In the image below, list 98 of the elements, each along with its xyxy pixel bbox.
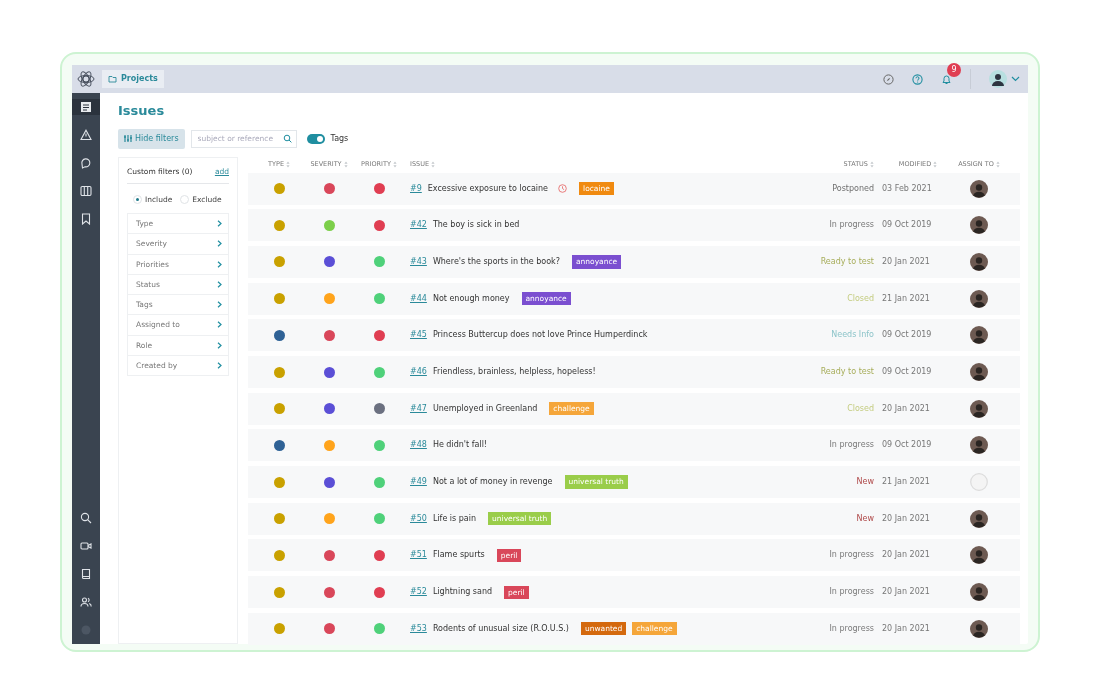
issue-subject: Excessive exposure to locaine: [427, 182, 549, 195]
status-label: New: [855, 476, 875, 489]
issues-icon[interactable]: [80, 101, 92, 113]
status-label: In progress: [828, 439, 875, 452]
issue-ref-link[interactable]: #50: [410, 512, 427, 525]
issue-ref-link[interactable]: #48: [410, 439, 427, 452]
assignee-avatar[interactable]: [970, 509, 988, 528]
assignee-avatar[interactable]: [970, 216, 988, 235]
chevron-right-icon: [217, 240, 222, 248]
team-icon[interactable]: [80, 596, 92, 608]
chat-icon[interactable]: [80, 157, 92, 169]
assignee-avatar[interactable]: [970, 179, 988, 198]
chevron-right-icon: [217, 341, 222, 349]
tags-toggle[interactable]: [306, 133, 325, 144]
modified-date: 20 Jan 2021: [882, 402, 931, 415]
issue-ref-link[interactable]: #9: [410, 182, 422, 195]
issue-ref-link[interactable]: #45: [410, 329, 427, 342]
issue-subject: The boy is sick in bed: [432, 219, 520, 232]
search-icon[interactable]: [80, 512, 92, 524]
warning-icon[interactable]: [80, 129, 92, 141]
issue-subject: Friendless, brainless, helpless, hopeless!: [432, 366, 596, 379]
bell-icon[interactable]: [941, 74, 952, 85]
modified-date: 21 Jan 2021: [882, 292, 931, 305]
chevron-right-icon: [217, 220, 222, 228]
modified-date: 09 Oct 2019: [882, 439, 933, 452]
modified-date: 09 Oct 2019: [882, 366, 933, 379]
issue-ref-link[interactable]: #47: [410, 402, 427, 415]
status-label: In progress: [828, 622, 875, 635]
notification-badge: 9: [947, 63, 961, 77]
hide-filters-button[interactable]: Hide filters: [118, 128, 185, 149]
modified-date: 03 Feb 2021: [882, 182, 933, 195]
assignee-avatar[interactable]: [970, 363, 988, 382]
issue-subject: Flame spurts: [432, 549, 485, 562]
toggle-label: Tags: [330, 132, 349, 145]
issue-subject: Rodents of unusual size (R.O.U.S.): [432, 622, 569, 635]
issue-subject: Where's the sports in the book?: [432, 255, 560, 268]
assignee-avatar[interactable]: [970, 583, 988, 602]
chevron-right-icon: [217, 260, 222, 268]
status-label: In progress: [828, 219, 875, 232]
logo-icon[interactable]: [76, 69, 96, 89]
issue-ref-link[interactable]: #43: [410, 255, 427, 268]
user-avatar[interactable]: [989, 70, 1007, 88]
issue-row[interactable]: #45 Princess Buttercup does not love Prince Humperdinck Needs Info 09 Oct 2019: [248, 319, 1020, 352]
issue-row[interactable]: #48 He didn't fall! In progress 09 Oct 2019: [248, 429, 1020, 462]
folder-icon: [108, 75, 117, 83]
status-label: In progress: [828, 586, 875, 599]
status-label: Closed: [846, 402, 875, 415]
book-icon[interactable]: [80, 568, 92, 580]
breadcrumb-link[interactable]: Projects: [102, 70, 164, 88]
modified-date: 09 Oct 2019: [882, 329, 933, 342]
assignee-avatar[interactable]: [970, 546, 988, 565]
modified-date: 20 Jan 2021: [882, 622, 931, 635]
video-icon[interactable]: [80, 540, 92, 552]
assignee-avatar[interactable]: [970, 326, 988, 345]
issue-subject: He didn't fall!: [432, 439, 488, 452]
issue-ref-link[interactable]: #51: [410, 549, 427, 562]
issue-ref-link[interactable]: #42: [410, 219, 427, 232]
page-title: Issues: [118, 103, 166, 119]
modified-date: 09 Oct 2019: [882, 219, 933, 232]
chevron-right-icon: [217, 321, 222, 329]
bookmark-icon[interactable]: [80, 213, 92, 225]
modified-date: 20 Jan 2021: [882, 255, 931, 268]
status-label: New: [855, 512, 875, 525]
filter-icon: [124, 135, 132, 143]
assignee-avatar[interactable]: [970, 289, 988, 308]
issue-ref-link[interactable]: #44: [410, 292, 427, 305]
issue-subject: Princess Buttercup does not love Prince Humperdinck: [432, 329, 648, 342]
modified-date: 20 Jan 2021: [882, 549, 931, 562]
modified-date: 20 Jan 2021: [882, 586, 931, 599]
status-label: Postponed: [831, 182, 875, 195]
issue-ref-link[interactable]: #49: [410, 476, 427, 489]
columns-icon[interactable]: [80, 185, 92, 197]
status-label: Needs Info: [830, 329, 875, 342]
issue-subject: Not a lot of money in revenge: [432, 476, 553, 489]
issue-subject: Not enough money: [432, 292, 510, 305]
issue-ref-link[interactable]: #53: [410, 622, 427, 635]
assignee-avatar[interactable]: [970, 399, 988, 418]
chevron-right-icon: [217, 280, 222, 288]
issue-subject: Life is pain: [432, 512, 477, 525]
status-label: Ready to test: [819, 255, 875, 268]
chevron-down-icon[interactable]: [1011, 76, 1020, 82]
assignee-avatar[interactable]: [970, 252, 988, 271]
status-label: Ready to test: [819, 366, 875, 379]
assignee-avatar[interactable]: [970, 619, 988, 638]
chevron-right-icon: [217, 301, 222, 309]
issue-row[interactable]: #46 Friendless, brainless, helpless, hopeless! Ready to test 09 Oct 2019: [248, 356, 1020, 389]
issue-ref-link[interactable]: #46: [410, 366, 427, 379]
chevron-right-icon: [217, 361, 222, 369]
modified-date: 20 Jan 2021: [882, 512, 931, 525]
modified-date: 21 Jan 2021: [882, 476, 931, 489]
status-label: In progress: [828, 549, 875, 562]
issue-row[interactable]: #42 The boy is sick in bed In progress 09 Oct 2019: [248, 209, 1020, 242]
issue-subject: Lightning sand: [432, 586, 493, 599]
issue-subject: Unemployed in Greenland: [432, 402, 538, 415]
status-label: Closed: [846, 292, 875, 305]
assignee-avatar[interactable]: [970, 436, 988, 455]
compass-icon[interactable]: [883, 73, 894, 85]
issue-ref-link[interactable]: #52: [410, 586, 427, 599]
